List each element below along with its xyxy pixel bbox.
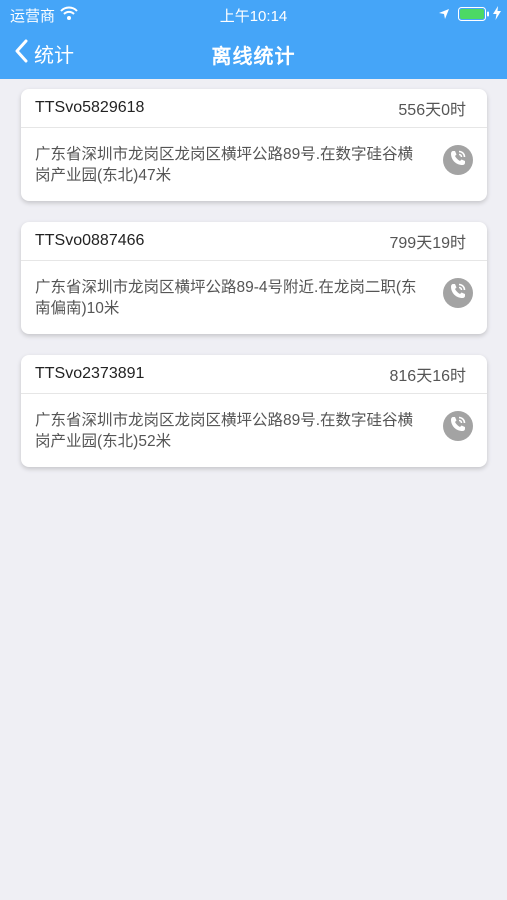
card-header: TTSvo2373891 816天16时 — [21, 355, 487, 394]
call-button[interactable] — [443, 278, 473, 308]
offline-record-card[interactable]: TTSvo0887466 799天19时 广东省深圳市龙岗区横坪公路89-4号附… — [21, 222, 487, 334]
card-header: TTSvo0887466 799天19时 — [21, 222, 487, 261]
offline-duration: 556天0时 — [398, 102, 466, 119]
card-body: 广东省深圳市龙岗区龙岗区横坪公路89号.在数字硅谷横岗产业园(东北)47米 — [21, 128, 487, 201]
offline-record-card[interactable]: TTSvo2373891 816天16时 广东省深圳市龙岗区龙岗区横坪公路89号… — [21, 355, 487, 467]
device-address: 广东省深圳市龙岗区龙岗区横坪公路89号.在数字硅谷横岗产业园(东北)47米 — [35, 146, 414, 184]
call-button[interactable] — [443, 411, 473, 441]
device-address: 广东省深圳市龙岗区横坪公路89-4号附近.在龙岗二职(东南偏南)10米 — [35, 279, 417, 317]
device-id: TTSvo0887466 — [35, 232, 145, 249]
navigation-bar: 统计 离线统计 — [0, 28, 507, 79]
offline-duration: 816天16时 — [389, 368, 467, 385]
offline-record-card[interactable]: TTSvo5829618 556天0时 广东省深圳市龙岗区龙岗区横坪公路89号.… — [21, 89, 487, 201]
card-body: 广东省深圳市龙岗区龙岗区横坪公路89号.在数字硅谷横岗产业园(东北)52米 — [21, 394, 487, 467]
location-arrow-icon — [438, 7, 450, 24]
call-button[interactable] — [443, 145, 473, 175]
device-address: 广东省深圳市龙岗区龙岗区横坪公路89号.在数字硅谷横岗产业园(东北)52米 — [35, 412, 414, 450]
phone-call-icon — [447, 147, 469, 174]
card-header: TTSvo5829618 556天0时 — [21, 89, 487, 128]
charging-bolt-icon — [492, 6, 502, 24]
status-bar: 运营商 上午10:14 — [0, 0, 507, 28]
phone-call-icon — [447, 280, 469, 307]
battery-icon — [458, 7, 490, 25]
status-time: 上午10:14 — [219, 8, 288, 25]
phone-call-icon — [447, 413, 469, 440]
app-header: 运营商 上午10:14 统计 离线统计 — [0, 0, 507, 79]
device-id: TTSvo2373891 — [35, 365, 145, 382]
page-title: 离线统计 — [211, 46, 296, 68]
device-id: TTSvo5829618 — [35, 99, 145, 116]
offline-duration: 799天19时 — [389, 235, 467, 252]
card-body: 广东省深圳市龙岗区横坪公路89-4号附近.在龙岗二职(东南偏南)10米 — [21, 261, 487, 334]
